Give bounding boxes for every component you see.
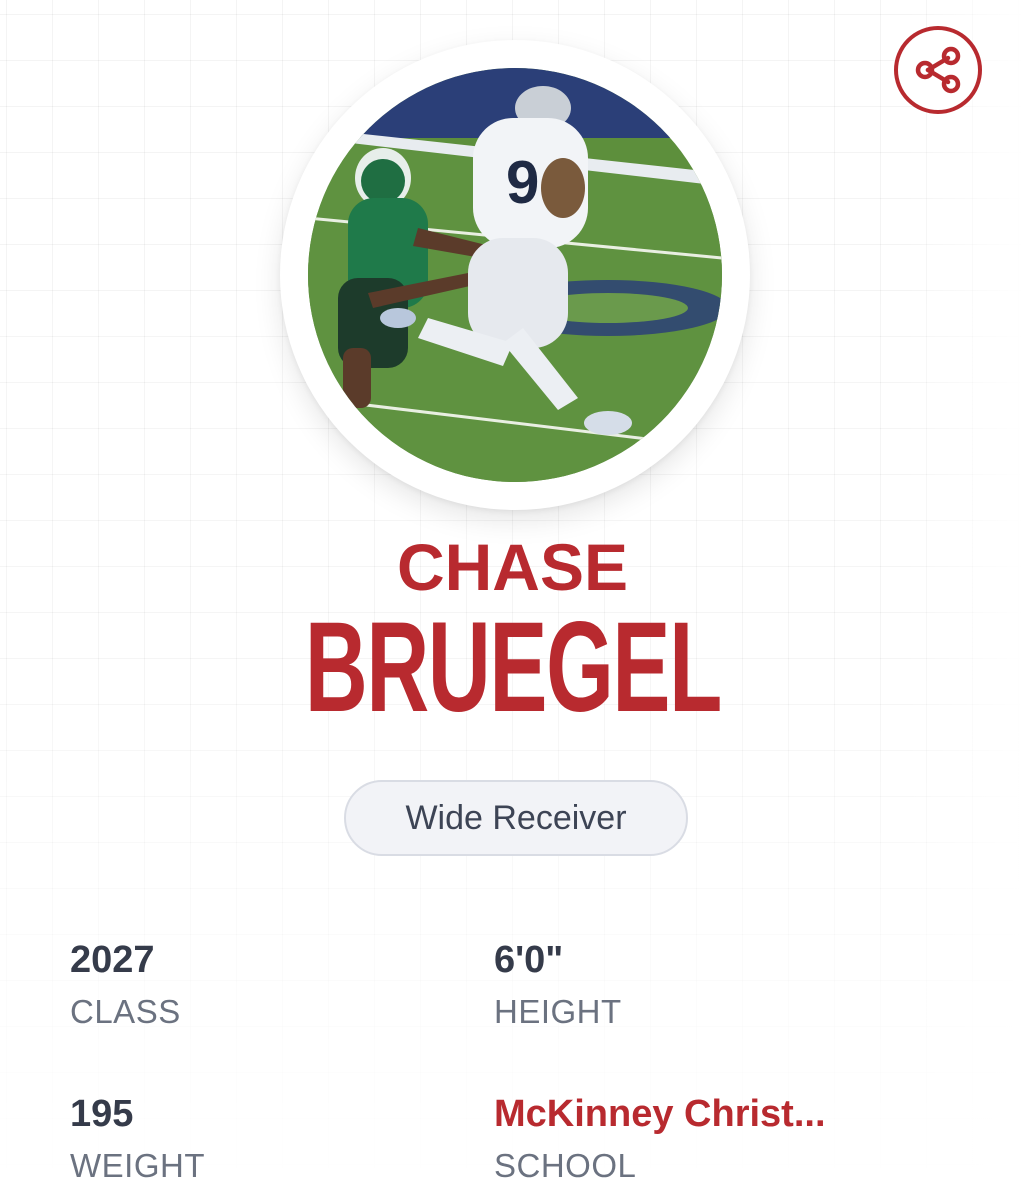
position-label: Wide Receiver bbox=[405, 798, 627, 837]
stat-weight-value: 195 bbox=[70, 1093, 134, 1135]
player-last-name-text: BRUEGEL bbox=[304, 596, 721, 739]
player-first-name: CHASE bbox=[396, 530, 629, 604]
player-photo: 9 bbox=[308, 68, 722, 482]
stat-height-label: HEIGHT bbox=[494, 993, 622, 1030]
stat-weight-label: WEIGHT bbox=[70, 1147, 205, 1184]
stat-school-link[interactable]: McKinney Christ... bbox=[494, 1092, 826, 1136]
share-button[interactable] bbox=[894, 26, 982, 114]
position-badge: Wide Receiver bbox=[344, 780, 688, 856]
share-icon bbox=[915, 46, 961, 94]
player-last-name: BRUEGEL bbox=[0, 596, 1025, 739]
svg-text:9: 9 bbox=[506, 149, 539, 216]
stat-height-value: 6'0" bbox=[494, 939, 564, 981]
stat-class-value: 2027 bbox=[70, 939, 155, 981]
avatar[interactable]: 9 bbox=[308, 68, 722, 482]
stat-school-label: SCHOOL bbox=[494, 1147, 637, 1184]
stat-class-label: CLASS bbox=[70, 993, 181, 1030]
